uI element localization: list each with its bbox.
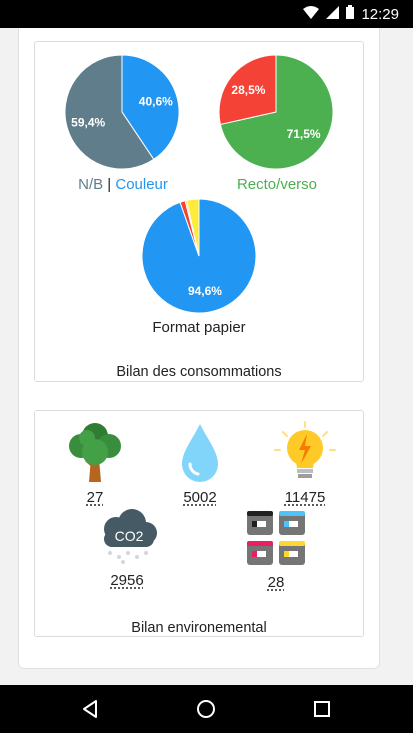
recents-icon[interactable]: [311, 698, 333, 720]
color-pie-chart: 40,6% 59,4%: [65, 55, 179, 169]
format-pie-chart: 94,6%: [142, 199, 256, 313]
home-icon[interactable]: [195, 698, 217, 720]
legend-color: Couleur: [115, 176, 168, 193]
duplex-pie-slice-label-0: 71,5%: [287, 127, 321, 141]
eco-item-cartridges: 28: [231, 507, 321, 591]
co2-cloud-icon: CO2: [104, 509, 157, 564]
legend-separator: |: [103, 176, 116, 193]
cartridges-value: 28: [267, 574, 285, 591]
battery-icon: [346, 5, 355, 23]
water-drop-icon: [182, 424, 218, 482]
co2-icon-text: CO2: [115, 528, 144, 544]
format-pie-legend: Format papier: [152, 319, 246, 336]
lightbulb-icon: [274, 421, 336, 478]
color-pie-slice-label-0: 40,6%: [139, 95, 173, 109]
tree-value: 27: [86, 489, 104, 506]
duplex-pie-legend: Recto/verso: [236, 176, 318, 193]
energy-value: 11475: [284, 489, 326, 506]
color-pie-svg: 40,6% 59,4%: [65, 55, 179, 169]
duplex-pie-slice-label-1: 28,5%: [231, 83, 265, 97]
tree-icon: [69, 423, 121, 482]
duplex-pie-chart: 71,5% 28,5%: [219, 55, 333, 169]
wifi-icon: [303, 5, 320, 23]
format-pie-svg: 94,6%: [142, 199, 256, 313]
eco-item-tree: 27: [50, 420, 140, 506]
ink-cartridges-icon: [247, 511, 305, 565]
duplex-pie-svg: 71,5% 28,5%: [219, 55, 333, 169]
color-pie-slice-label-1: 59,4%: [71, 115, 105, 129]
color-pie-legend: N/B | Couleur: [33, 176, 213, 193]
environment-panel: 27 5002 11475 CO2 2956 28 Bilan environe…: [34, 410, 364, 637]
eco-item-co2: CO2 2956: [82, 507, 172, 589]
status-time: 12:29: [361, 5, 399, 23]
co2-value: 2956: [110, 572, 144, 589]
eco-item-energy: 11475: [260, 420, 350, 506]
consumption-panel: 40,6% 59,4% N/B | Couleur 71,5% 28,5% Rect…: [34, 41, 364, 382]
eco-item-water: 5002: [155, 420, 245, 506]
navigation-bar: [0, 685, 413, 733]
signal-icon: [326, 5, 340, 23]
status-bar: 12:29: [0, 0, 413, 28]
main-card: 40,6% 59,4% N/B | Couleur 71,5% 28,5% Rect…: [18, 28, 380, 669]
environment-caption: Bilan environemental: [131, 620, 267, 636]
consumption-caption: Bilan des consommations: [116, 364, 282, 380]
back-icon[interactable]: [80, 698, 102, 720]
format-pie-slice-label-0: 94,6%: [188, 284, 222, 298]
water-value: 5002: [183, 489, 217, 506]
legend-bw: N/B: [78, 176, 104, 193]
